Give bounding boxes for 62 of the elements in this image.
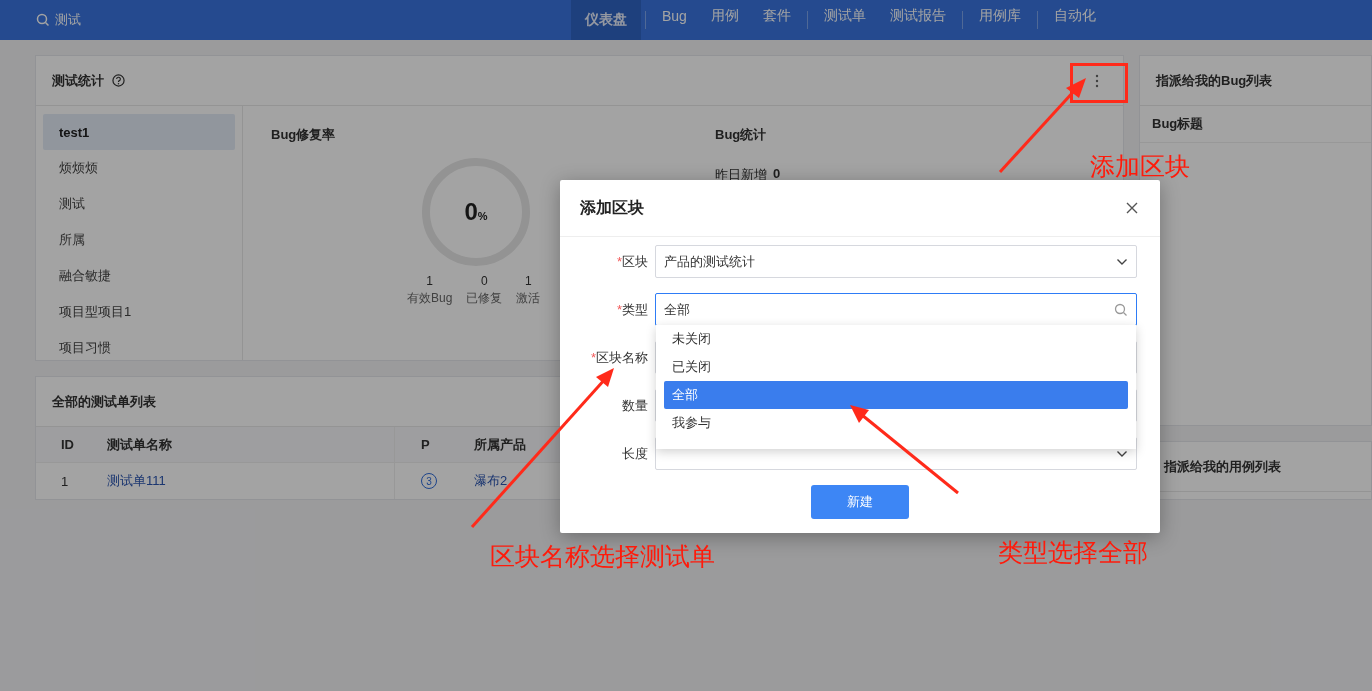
field-label: 长度 xyxy=(622,444,648,463)
chevron-down-icon xyxy=(1116,449,1128,458)
chevron-down-icon xyxy=(1116,257,1128,266)
field-label: 数量 xyxy=(622,396,648,415)
column-header: 所属产品 xyxy=(474,436,526,452)
sidebar-item[interactable]: 烦烦烦 xyxy=(43,150,235,186)
vertical-dots-icon xyxy=(1095,73,1099,88)
search-icon xyxy=(36,13,50,27)
nav-tab[interactable]: Bug xyxy=(650,0,699,32)
stat-label: 已修复 xyxy=(466,290,503,307)
stat-value: 0 xyxy=(773,166,781,183)
product-link[interactable]: 瀑布2 xyxy=(474,473,508,488)
nav-tab[interactable]: 用例库 xyxy=(966,0,1033,32)
sidebar-item[interactable]: 测试 xyxy=(43,186,235,222)
percentage-value: 0% xyxy=(464,198,488,226)
card-title: 指派给我的用例列表 xyxy=(1164,457,1281,476)
sidebar-item[interactable]: 所属 xyxy=(43,222,235,258)
dropdown-option[interactable]: 全部 xyxy=(664,381,1128,409)
stat-label: 有效Bug xyxy=(407,290,453,307)
column-header: 测试单名称 xyxy=(107,436,172,452)
nav-tab[interactable]: 测试单 xyxy=(811,0,878,32)
column-header: ID xyxy=(61,437,74,452)
field-label: *区块 xyxy=(616,252,648,271)
section-title: Bug修复率 xyxy=(271,126,337,144)
sidebar-item[interactable]: 项目习惯 xyxy=(43,330,235,366)
testsheet-link[interactable]: 测试单111 xyxy=(107,473,166,488)
card-title: 全部的测试单列表 xyxy=(52,392,156,411)
card-title: 测试统计 xyxy=(52,71,104,90)
field-label: *区块名称 xyxy=(590,348,648,367)
sidebar-item[interactable]: test1 xyxy=(43,114,235,150)
annotation-text: 类型选择全部 xyxy=(998,537,1148,568)
stat-value: 0 xyxy=(481,274,488,288)
stat-value: 1 xyxy=(426,274,433,288)
stat-label: 激活 xyxy=(516,290,541,307)
stat-value: 1 xyxy=(525,274,532,288)
close-icon xyxy=(1126,202,1138,214)
help-icon xyxy=(112,74,125,87)
card-title: 指派给我的Bug列表 xyxy=(1156,71,1273,90)
create-button[interactable]: 新建 xyxy=(811,485,909,519)
dropdown-option[interactable]: 我参与 xyxy=(656,409,1136,437)
search-icon xyxy=(1114,302,1128,317)
stat-label: 昨日新增 xyxy=(715,166,767,184)
select-field[interactable]: 产品的测试统计 xyxy=(655,245,1137,278)
table-cell: 1 xyxy=(61,473,69,489)
annotation-text: 区块名称选择测试单 xyxy=(490,541,715,572)
close-button[interactable] xyxy=(1124,200,1140,216)
field-label: *类型 xyxy=(616,300,648,319)
section-title: Bug统计 xyxy=(715,126,768,144)
search-button[interactable]: 测试 xyxy=(36,11,571,29)
sidebar-item[interactable]: 项目型项目1 xyxy=(43,294,235,330)
sidebar-item[interactable]: 融合敏捷 xyxy=(43,258,235,294)
dropdown-option[interactable]: 未关闭 xyxy=(656,325,1136,353)
nav-tab[interactable]: 套件 xyxy=(750,0,803,32)
column-header: P xyxy=(421,437,430,452)
nav-tab[interactable]: 测试报告 xyxy=(877,0,958,32)
nav-tab[interactable]: 仪表盘 xyxy=(571,0,641,40)
dialog-title: 添加区块 xyxy=(580,197,644,218)
nav-tab[interactable]: 用例 xyxy=(698,0,751,32)
nav-tab[interactable]: 自动化 xyxy=(1041,0,1108,32)
annotation-text: 添加区块 xyxy=(1090,151,1190,182)
column-header: Bug标题 xyxy=(1140,106,1371,143)
dropdown-option[interactable]: 已关闭 xyxy=(656,353,1136,381)
